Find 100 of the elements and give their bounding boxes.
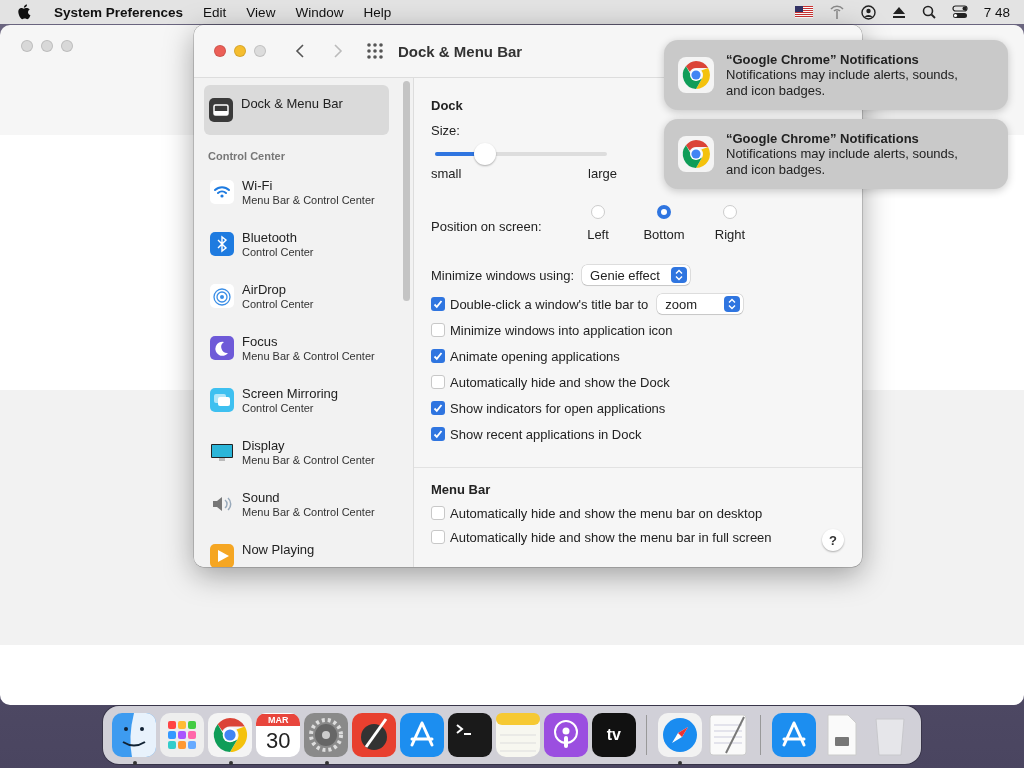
sidebar-item[interactable]: Display Menu Bar & Control Center — [204, 426, 389, 478]
close-icon[interactable] — [214, 45, 226, 57]
item-title: Focus — [242, 333, 279, 349]
window-title: Dock & Menu Bar — [398, 42, 523, 60]
search-icon[interactable] — [921, 5, 936, 19]
checkbox[interactable] — [431, 401, 445, 415]
downloads-folder-icon[interactable] — [771, 713, 816, 757]
checkbox[interactable] — [431, 349, 445, 363]
checkbox[interactable] — [431, 506, 445, 520]
radio-button[interactable] — [591, 205, 605, 219]
position-label: Position on screen: — [431, 219, 543, 234]
dock-icon — [209, 98, 233, 122]
eject-icon[interactable] — [891, 5, 906, 19]
checkbox-label: Animate opening applications — [450, 348, 620, 364]
calendar-icon[interactable]: MAR 30 — [256, 713, 301, 757]
radio-label: Bottom — [643, 227, 685, 242]
notification-body: Notifications may include alerts, sounds, and icon badges. — [726, 145, 959, 178]
notification[interactable]: “Google Chrome” Notifications Notifications may include alerts, sounds, and icon badges. — [664, 119, 1008, 189]
menu-item[interactable]: Window — [295, 4, 344, 20]
clock[interactable]: 7 48 — [983, 4, 1010, 20]
notification-title: “Google Chrome” Notifications — [726, 130, 920, 146]
menu-item[interactable]: Edit — [203, 4, 227, 20]
popup-arrows-icon — [671, 267, 688, 283]
notification[interactable]: “Google Chrome” Notifications Notifications may include alerts, sounds, and icon badges. — [664, 40, 1008, 110]
item-subtitle: Menu Bar & Control Center — [242, 504, 375, 519]
section-title: Dock — [431, 98, 464, 113]
checkbox-label: Minimize windows into application icon — [450, 322, 673, 338]
checkbox-label: Automatically hide and show the Dock — [450, 374, 670, 390]
radio-label: Right — [714, 227, 746, 242]
minimize-label: Minimize windows using: — [431, 267, 575, 283]
minimize-icon[interactable] — [234, 45, 246, 57]
flag-icon[interactable] — [794, 6, 813, 18]
sidebar-item[interactable]: Bluetooth Control Center — [204, 218, 389, 270]
slider-thumb[interactable] — [473, 143, 496, 165]
toggles-icon[interactable] — [951, 5, 968, 19]
checkbox-label: Double-click a window's title bar to — [450, 296, 649, 312]
back-icon[interactable] — [294, 43, 306, 59]
apple-icon[interactable] — [18, 4, 32, 20]
checkbox[interactable] — [431, 297, 445, 311]
pen-gauge-icon[interactable] — [352, 713, 397, 757]
size-label: Size: — [431, 123, 461, 138]
forward-icon[interactable] — [332, 43, 344, 59]
chrome-icon — [208, 713, 253, 757]
checkbox[interactable] — [431, 375, 445, 389]
gear-icon[interactable] — [304, 713, 349, 757]
sidebar-item[interactable]: Sound Menu Bar & Control Center — [204, 478, 389, 530]
item-subtitle: Control Center — [242, 297, 314, 311]
radio-label: Left — [587, 227, 609, 242]
item-subtitle: Menu Bar & Control Center — [242, 348, 375, 363]
checkbox[interactable] — [431, 323, 445, 337]
item-title: Bluetooth — [242, 229, 298, 245]
menu-item[interactable]: Help — [363, 4, 392, 20]
check-icon — [433, 403, 443, 413]
chrome-icon — [678, 57, 714, 93]
compass-icon[interactable] — [657, 713, 702, 757]
min-label: small — [431, 166, 462, 181]
item-title: Dock & Menu Bar — [241, 95, 343, 111]
tv-app-icon[interactable]: tv — [591, 713, 636, 757]
item-subtitle: Menu Bar & Control Center — [242, 192, 375, 207]
notification-body: Notifications may include alerts, sounds, and icon badges. — [726, 66, 959, 99]
menu-item[interactable]: View — [246, 4, 276, 20]
checkbox-label: Show indicators for open applications — [450, 400, 666, 416]
popup-arrows-icon — [724, 296, 741, 312]
terminal-icon[interactable] — [448, 713, 493, 757]
grid-icon[interactable] — [366, 42, 384, 60]
check-icon — [433, 351, 443, 361]
notification-title: “Google Chrome” Notifications — [726, 51, 920, 67]
scrollbar[interactable] — [403, 81, 410, 301]
item-title: Wi-Fi — [242, 177, 274, 193]
checkbox[interactable] — [431, 427, 445, 441]
antenna-icon[interactable] — [828, 5, 845, 19]
item-title: Display — [242, 437, 286, 453]
user-icon[interactable] — [860, 4, 876, 20]
sidebar-item[interactable]: Focus Menu Bar & Control Center — [204, 322, 389, 374]
item-title: Sound — [242, 489, 281, 505]
sidebar-item[interactable]: AirDrop Control Center — [204, 270, 389, 322]
radio-button[interactable] — [723, 205, 737, 219]
app-menu[interactable]: System Preferences — [54, 4, 184, 20]
finder-icon[interactable] — [112, 713, 157, 757]
checkbox-label: Show recent applications in Dock — [450, 426, 642, 442]
chrome-icon — [678, 136, 714, 172]
checkbox-label: Automatically hide and show the menu bar on desktop — [450, 505, 763, 521]
podcasts-icon[interactable] — [543, 713, 588, 757]
item-subtitle: Control Center — [242, 244, 314, 259]
effect-dropdown[interactable]: Genie effect — [582, 265, 691, 285]
item-title: AirDrop — [242, 281, 288, 297]
sidebar-item[interactable]: Now Playing — [204, 530, 389, 567]
sidebar-item[interactable]: Wi-Fi Menu Bar & Control Center — [204, 166, 389, 218]
max-label: large — [588, 166, 617, 181]
section-title: Menu Bar — [431, 482, 492, 497]
sidebar-item[interactable]: Dock & Menu Bar — [204, 85, 389, 135]
sidebar-item[interactable]: Screen Mirroring Control Center — [204, 374, 389, 426]
item-title: Now Playing — [242, 541, 315, 557]
section-header: Control Center — [208, 150, 286, 162]
checkbox[interactable] — [431, 530, 445, 544]
airdrop-icon — [210, 284, 234, 308]
item-subtitle: Control Center — [242, 401, 315, 415]
help-button[interactable]: ? — [822, 529, 844, 551]
action-dropdown[interactable]: zoom — [657, 294, 744, 314]
radio-button[interactable] — [657, 205, 671, 219]
